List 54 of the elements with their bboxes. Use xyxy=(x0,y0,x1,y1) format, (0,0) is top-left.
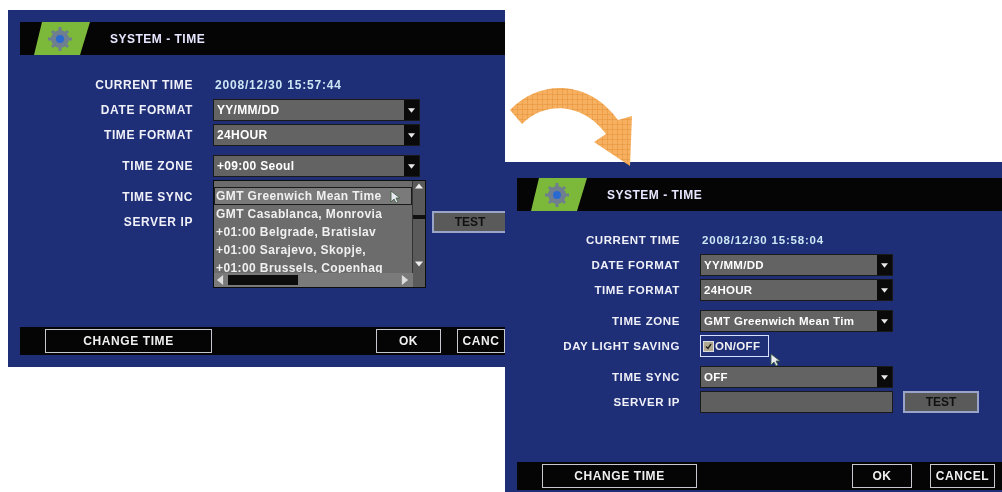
field-label: CURRENT TIME xyxy=(94,78,193,92)
dropdown-arrow-icon xyxy=(881,262,888,268)
dropdown-arrow-icon xyxy=(408,132,415,138)
dropdown-field[interactable]: 24HOUR xyxy=(213,124,420,146)
field-label: DATE FORMAT xyxy=(99,103,193,117)
field-label: CURRENT TIME xyxy=(584,234,680,246)
dropdown-field[interactable]: GMT Greenwich Mean Tim xyxy=(700,310,893,332)
current-time-value: 2008/12/30 15:58:04 xyxy=(701,234,824,246)
dropdown-field[interactable]: 24HOUR xyxy=(700,279,893,301)
field-label: SERVER IP xyxy=(612,396,680,408)
footer-button[interactable]: CANCEL xyxy=(930,464,995,488)
gear-logo-icon xyxy=(531,178,587,211)
footer-button[interactable]: OK xyxy=(376,329,441,353)
dropdown-option[interactable]: GMT Casablanca, Monrovia xyxy=(214,205,412,223)
dropdown-arrow-icon xyxy=(881,287,888,293)
dropdown-option[interactable]: GMT Greenwich Mean Time xyxy=(214,187,412,205)
field-label: TIME SYNC xyxy=(611,371,680,383)
dropdown-field[interactable]: OFF xyxy=(700,366,893,388)
daylight-saving-checkbox[interactable]: ON/OFF xyxy=(700,335,770,357)
dropdown-field[interactable]: YY/MM/DD xyxy=(700,254,893,276)
footer-button[interactable]: CANC xyxy=(457,329,505,353)
field-label: DATE FORMAT xyxy=(590,259,680,271)
field-label: SERVER IP xyxy=(122,215,193,229)
field-label: DAY LIGHT SAVING xyxy=(562,340,680,352)
scroll-right-icon[interactable] xyxy=(401,275,409,285)
field-label: TIME FORMAT xyxy=(593,284,680,296)
horizontal-scrollbar[interactable] xyxy=(214,273,413,287)
footer-button[interactable]: OK xyxy=(852,464,912,488)
dropdown-option[interactable]: +01:00 Belgrade, Bratislav xyxy=(214,223,412,241)
current-time-value: 2008/12/30 15:57:44 xyxy=(214,78,342,92)
mouse-pointer-icon xyxy=(770,353,780,367)
screen-title: SYSTEM - TIME xyxy=(607,187,703,202)
dropdown-field[interactable]: YY/MM/DD xyxy=(213,99,420,121)
dropdown-option[interactable]: +01:00 Sarajevo, Skopje, xyxy=(214,241,412,259)
dropdown-arrow-icon xyxy=(881,318,888,324)
field-label: TIME ZONE xyxy=(121,159,193,173)
footer-button[interactable]: CHANGE TIME xyxy=(542,464,697,488)
gear-logo-icon xyxy=(34,22,90,55)
dropdown-arrow-icon xyxy=(881,374,888,380)
field-label: TIME ZONE xyxy=(611,315,680,327)
dropdown-arrow-icon xyxy=(408,163,415,169)
scroll-down-icon[interactable] xyxy=(415,261,423,267)
scroll-up-icon[interactable] xyxy=(415,183,423,189)
dropdown-option[interactable]: +01:00 Brussels, Copenhag xyxy=(214,259,412,277)
mouse-pointer-icon xyxy=(390,190,400,204)
screen-title: SYSTEM - TIME xyxy=(110,31,206,46)
dropdown-arrow-icon xyxy=(408,107,415,113)
footer-button[interactable]: CHANGE TIME xyxy=(45,329,212,353)
field-label: TIME SYNC xyxy=(121,190,193,204)
vertical-scrollbar[interactable] xyxy=(412,181,425,287)
server-ip-field[interactable] xyxy=(700,391,893,413)
field-label: TIME FORMAT xyxy=(102,128,193,142)
scroll-left-icon[interactable] xyxy=(216,275,224,285)
checkmark-icon xyxy=(705,342,712,350)
